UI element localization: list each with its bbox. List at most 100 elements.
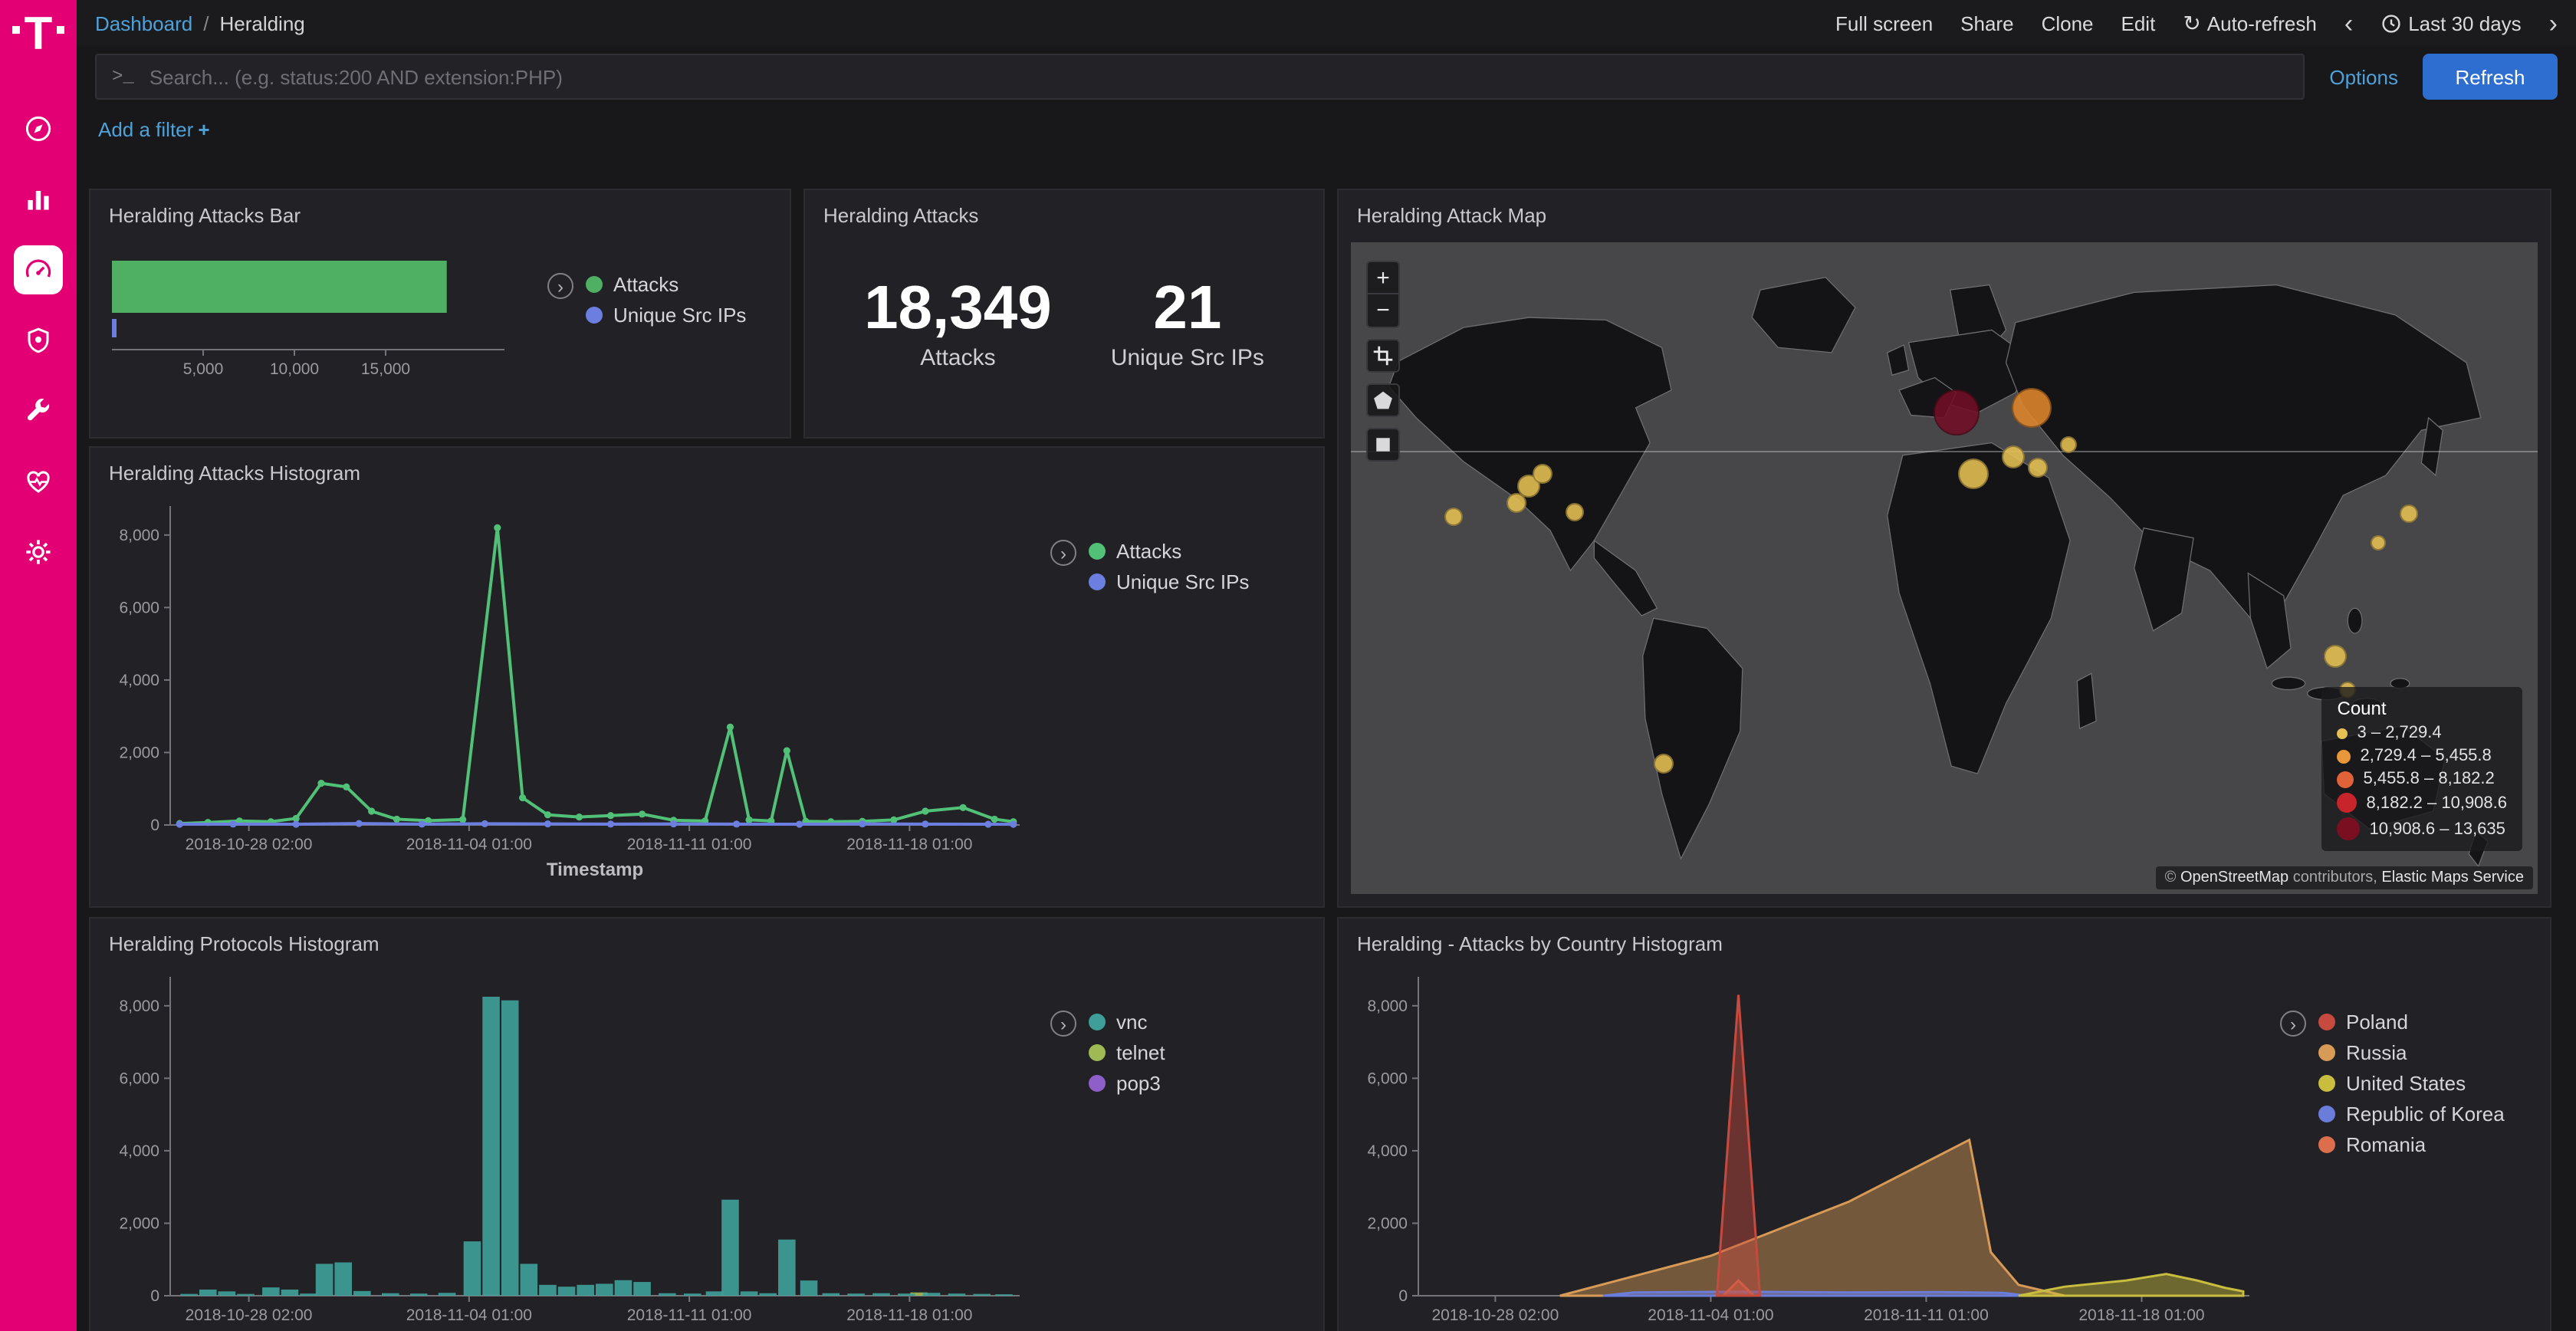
legend-item[interactable]: Attacks <box>1089 540 1249 563</box>
map-legend-dot <box>2338 817 2361 840</box>
legend-swatch <box>2318 1044 2335 1061</box>
map-legend-row: 8,182.2 – 10,908.6 <box>2338 793 2508 813</box>
legend-item[interactable]: Poland <box>2318 1011 2505 1034</box>
clone-button[interactable]: Clone <box>2042 12 2094 35</box>
sidebar-item-discover[interactable] <box>14 104 63 153</box>
zoom-out-button[interactable]: − <box>1366 294 1400 328</box>
search-box[interactable]: >_ <box>95 54 2305 100</box>
share-button[interactable]: Share <box>1960 12 2013 35</box>
fit-bounds-button[interactable] <box>1366 339 1400 373</box>
options-link[interactable]: Options <box>2329 65 2398 88</box>
map-marker[interactable] <box>2028 457 2048 477</box>
sidebar-item-devtools[interactable] <box>14 386 63 435</box>
attacks-bar-chart[interactable]: 5,00010,00015,000 <box>106 248 529 389</box>
gauge-icon <box>23 255 54 285</box>
map-marker[interactable] <box>1933 389 1979 435</box>
time-range-picker[interactable]: Last 30 days <box>2380 12 2521 35</box>
metric-group: 18,349 Attacks 21 Unique Src IPs <box>805 230 1323 411</box>
legend-item[interactable]: Attacks <box>586 273 746 296</box>
map-marker[interactable] <box>2400 504 2419 523</box>
metric-label: Unique Src IPs <box>1111 345 1264 371</box>
ems-link[interactable]: Elastic Maps Service <box>2381 869 2524 886</box>
legend-item[interactable]: vnc <box>1089 1011 1165 1034</box>
sidebar-item-dashboard[interactable] <box>14 245 63 294</box>
legend-item[interactable]: Unique Src IPs <box>1089 570 1249 593</box>
heartbeat-icon <box>23 466 54 497</box>
legend-item[interactable]: Romania <box>2318 1133 2505 1156</box>
map-legend-row: 10,908.6 – 13,635 <box>2338 817 2508 840</box>
map-marker[interactable] <box>1959 458 1990 489</box>
zoom-in-button[interactable]: + <box>1366 261 1400 294</box>
map-legend-range: 10,908.6 – 13,635 <box>2370 820 2505 838</box>
refresh-button[interactable]: Refresh <box>2423 54 2558 100</box>
breadcrumb-dashboard[interactable]: Dashboard <box>95 12 192 35</box>
legend-swatch <box>586 307 603 324</box>
legend-item[interactable]: Republic of Korea <box>2318 1103 2505 1126</box>
svg-text:15,000: 15,000 <box>361 360 410 378</box>
legend-togg le-icon[interactable]: › <box>1050 1011 1076 1037</box>
legend-item[interactable]: telnet <box>1089 1041 1165 1064</box>
country-area-chart[interactable]: 02,0004,0006,0008,0002018-10-28 02:00201… <box>1348 961 2268 1331</box>
edit-button[interactable]: Edit <box>2121 12 2156 35</box>
time-forward-icon[interactable]: › <box>2549 10 2558 36</box>
panel-attack-map: Heralding Attack Map <box>1337 189 2551 908</box>
map-marker[interactable] <box>2323 645 2346 668</box>
auto-refresh-button[interactable]: ↻Auto-refresh <box>2183 10 2317 36</box>
plus-icon: + <box>198 118 209 141</box>
sidebar-nav <box>14 104 63 577</box>
panel-title: Heralding Attacks Histogram <box>90 448 1323 488</box>
legend-toggle-icon[interactable]: › <box>547 273 573 299</box>
search-input[interactable] <box>150 65 2288 88</box>
legend-toggle-icon[interactable]: › <box>2280 1011 2306 1037</box>
time-back-icon[interactable]: ‹ <box>2344 10 2353 36</box>
top-nav-actions: Full screen Share Clone Edit ↻Auto-refre… <box>1835 10 2558 36</box>
metric-attacks: 18,349 Attacks <box>864 276 1052 371</box>
legend-item[interactable]: United States <box>2318 1072 2505 1095</box>
legend-item[interactable]: Unique Src IPs <box>586 304 746 327</box>
full-screen-button[interactable]: Full screen <box>1835 12 1933 35</box>
legend-label: telnet <box>1116 1041 1165 1064</box>
legend-swatch <box>586 276 603 293</box>
svg-text:2018-10-28 02:00: 2018-10-28 02:00 <box>1431 1306 1559 1324</box>
panel-title: Heralding - Attacks by Country Histogram <box>1339 919 2550 958</box>
rectangle-icon <box>1372 434 1394 455</box>
map-marker[interactable] <box>1654 754 1674 774</box>
sidebar-item-management[interactable] <box>14 527 63 577</box>
map-marker[interactable] <box>1444 507 1462 525</box>
logo-dot-right <box>57 26 64 34</box>
svg-text:0: 0 <box>1398 1287 1408 1305</box>
world-map[interactable]: + − Count <box>1351 242 2538 894</box>
legend-label: Attacks <box>1116 540 1181 563</box>
legend-swatch <box>1089 1075 1106 1092</box>
svg-text:2018-11-18 01:00: 2018-11-18 01:00 <box>846 836 972 853</box>
osm-link[interactable]: OpenStreetMap <box>2180 869 2288 886</box>
top-nav: Dashboard / Heralding Full screen Share … <box>77 0 2576 46</box>
query-prompt-icon: >_ <box>112 66 134 87</box>
map-marker[interactable] <box>2011 387 2051 427</box>
map-marker[interactable] <box>2061 436 2078 453</box>
map-marker[interactable] <box>2370 535 2385 550</box>
sidebar-item-monitoring[interactable] <box>14 457 63 506</box>
attacks-line-chart[interactable]: 02,0004,0006,0008,0002018-10-28 02:00201… <box>100 491 1038 892</box>
protocols-bar-chart[interactable]: 02,0004,0006,0008,0002018-10-28 02:00201… <box>100 961 1038 1331</box>
map-legend-row: 2,729.4 – 5,455.8 <box>2338 747 2508 765</box>
legend-item[interactable]: Russia <box>2318 1041 2505 1064</box>
legend: › Attacks Unique Src IPs <box>547 273 746 327</box>
svg-text:4,000: 4,000 <box>1367 1142 1408 1160</box>
svg-text:Timestamp: Timestamp <box>547 859 643 880</box>
map-legend-dot <box>2338 728 2348 738</box>
legend: › Attacks Unique Src IPs <box>1050 540 1249 892</box>
map-marker[interactable] <box>1533 464 1553 484</box>
legend: › Poland Russia United States Republic of K… <box>2280 1011 2505 1331</box>
sidebar-item-visualize[interactable] <box>14 175 63 224</box>
map-marker[interactable] <box>2002 446 2025 469</box>
sidebar-item-tpot[interactable] <box>14 316 63 365</box>
draw-rectangle-button[interactable] <box>1366 428 1400 462</box>
map-marker[interactable] <box>1565 504 1583 522</box>
add-filter-link[interactable]: Add a filter+ <box>98 118 210 141</box>
telekom-logo[interactable]: T <box>12 12 65 80</box>
legend-toggle-icon[interactable]: › <box>1050 540 1076 566</box>
svg-text:6,000: 6,000 <box>119 1070 159 1087</box>
draw-polygon-button[interactable] <box>1366 383 1400 417</box>
legend-item[interactable]: pop3 <box>1089 1072 1165 1095</box>
